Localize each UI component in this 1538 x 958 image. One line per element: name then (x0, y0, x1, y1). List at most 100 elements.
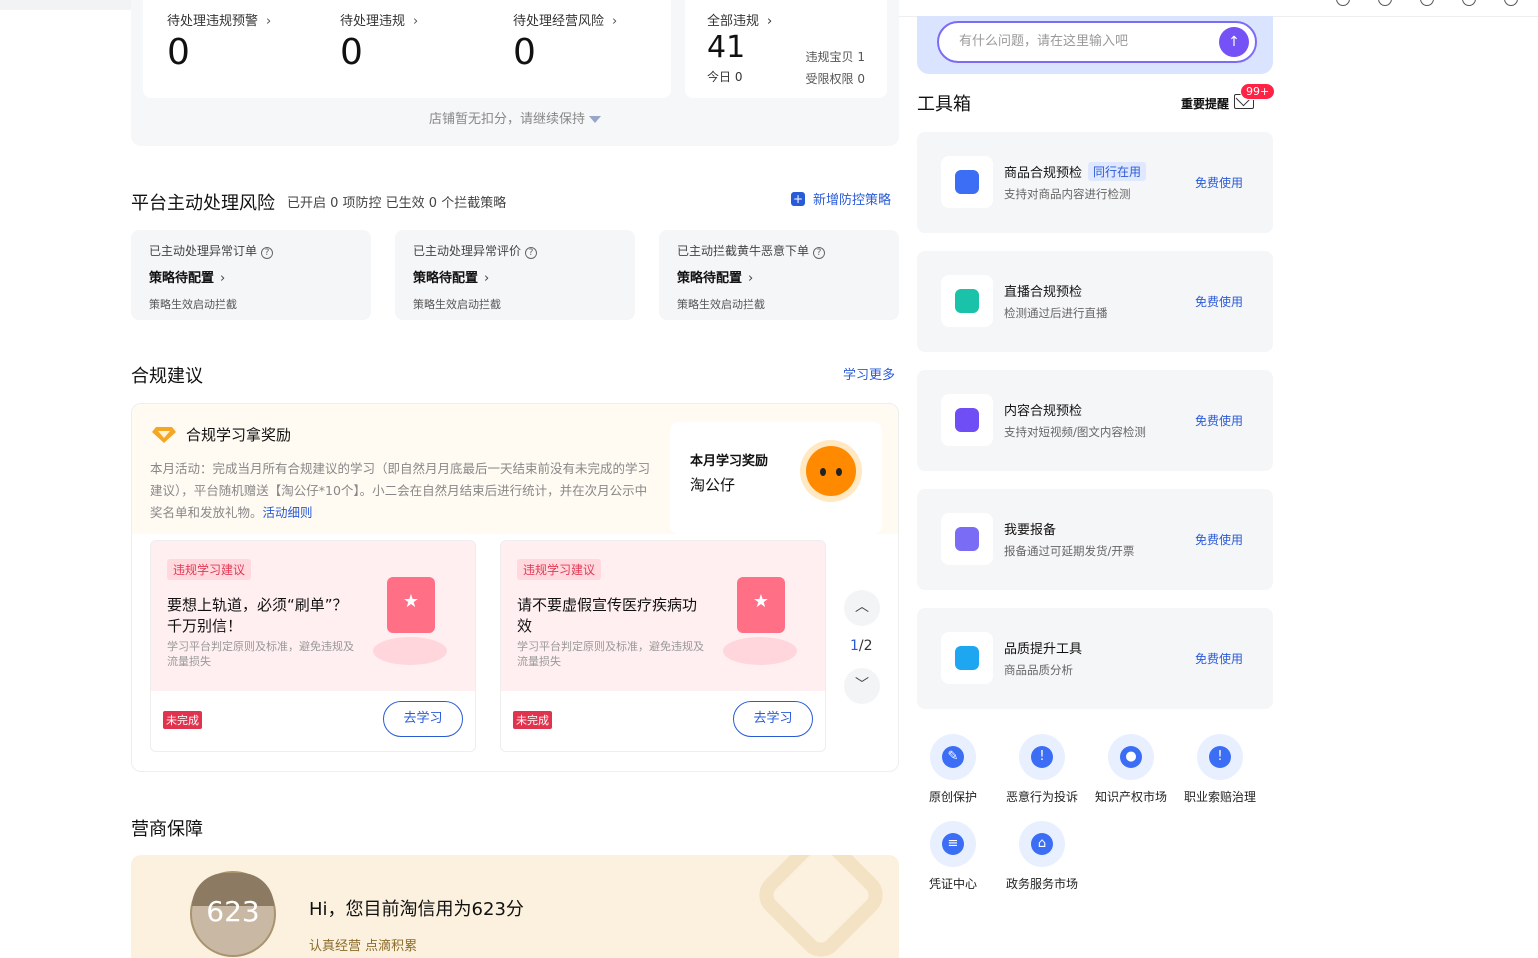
chevron-down-icon: ﹀ (855, 677, 869, 693)
stat-label: 待处理违规 (340, 14, 406, 29)
credit-slogan: 认真经营 点滴积累 (309, 939, 418, 954)
risk-card-status: 策略待配置 (149, 271, 215, 286)
tool-desc: 商品品质分析 (1004, 663, 1073, 677)
risk-section-title: 平台主动处理风险 (131, 193, 275, 214)
free-use-button[interactable]: 免费使用 (1195, 412, 1243, 429)
alert-icon: ! (1031, 746, 1053, 768)
risk-card-orders[interactable]: 已主动处理异常订单? 策略待配置 › 策略生效启动拦截 (131, 230, 371, 320)
reward-description-text: 本月活动：完成当月所有合规建议的学习（即自然月月底最后一天结束前没有未完成的学习… (150, 461, 651, 520)
deduction-text: 店铺暂无扣分，请继续保持 (428, 112, 585, 127)
risk-card-status: 策略待配置 (413, 271, 479, 286)
stat-value: 0 (340, 32, 363, 73)
tool-name: 直播合规预检 (1004, 285, 1083, 300)
risk-section-subtitle: 已开启 0 项防控 已生效 0 个拦截策略 (287, 196, 507, 211)
free-use-button[interactable]: 免费使用 (1195, 650, 1243, 667)
plus-icon: + (791, 191, 805, 206)
learn-more-link[interactable]: 学习更多 (843, 364, 895, 383)
free-use-button[interactable]: 免费使用 (1195, 174, 1243, 191)
diamond-icon (152, 426, 176, 443)
go-learn-button[interactable]: 去学习 (733, 701, 813, 737)
today-count: 今日 0 (707, 70, 743, 84)
chevron-right-icon: › (413, 14, 419, 29)
help-icon[interactable] (1336, 0, 1350, 6)
tool-card-content-check[interactable]: 内容合规预检支持对短视频/图文内容检测 免费使用 (917, 370, 1273, 471)
bank-icon: ⌂ (1031, 833, 1053, 855)
tool-card-product-check[interactable]: 商品合规预检 同行在用 支持对商品内容进行检测 免费使用 (917, 132, 1273, 233)
stat-value: 0 (167, 32, 190, 73)
question-icon[interactable]: ? (813, 247, 826, 259)
toolbox-title: 工具箱 (917, 94, 971, 115)
tool-desc: 检测通过后进行直播 (1004, 306, 1108, 320)
pager-down-button[interactable]: ﹀ (844, 668, 880, 704)
quick-link[interactable]: ! 恶意行为投诉 (997, 734, 1087, 805)
chevron-right-icon: › (748, 271, 754, 286)
compliance-section-title: 合规建议 (131, 366, 203, 387)
status-badge: 未完成 (513, 711, 552, 729)
quick-link-label: 知识产权市场 (1094, 790, 1167, 804)
cart-icon[interactable] (1462, 0, 1476, 6)
stat-label: 待处理违规预警 (167, 14, 259, 29)
tool-card-report[interactable]: 我要报备 报备通过可延期发货/开票 免费使用 (917, 489, 1273, 590)
decorative-shape (750, 855, 892, 958)
quick-link-label: 恶意行为投诉 (1005, 790, 1078, 804)
add-strategy-button[interactable]: + 新增防控策略 (791, 189, 891, 208)
suggestion-card[interactable]: 违规学习建议 请不要虚假宣传医疗疾病功效 学习平台判定原则及标准，避免违规及流量… (500, 540, 826, 752)
quick-link-label: 凭证中心 (928, 877, 977, 891)
chevron-right-icon: › (484, 271, 490, 286)
monthly-reward-item: 淘公仔 (690, 476, 736, 494)
quick-link-label: 政务服务市场 (1005, 877, 1078, 891)
credit-score: 623 (206, 895, 260, 928)
pending-stats-card: 待处理违规预警 › 0 待处理违规 › 0 待处理经营风险 › 0 (143, 0, 671, 98)
message-icon[interactable] (1378, 0, 1392, 6)
risk-card-note: 策略生效启动拦截 (413, 298, 501, 311)
top-toolbar (1336, 0, 1518, 6)
suggestion-desc: 学习平台判定原则及标准，避免违规及流量损失 (517, 640, 704, 668)
tool-name: 内容合规预检 (1004, 404, 1083, 419)
risk-card-title: 已主动处理异常评价 (413, 244, 522, 258)
suggestion-title: 请不要虚假宣传医疗疾病功效 (517, 596, 698, 635)
chevron-right-icon: › (767, 14, 773, 29)
pager-up-button[interactable]: ︿ (844, 590, 880, 626)
tool-desc: 支持对短视频/图文内容检测 (1004, 425, 1146, 439)
tool-icon (941, 394, 993, 446)
tool-desc: 报备通过可延期发货/开票 (1004, 544, 1135, 558)
reward-banner: 合规学习拿奖励 本月活动：完成当月所有合规建议的学习（即自然月月底最后一天结束前… (132, 404, 898, 534)
risk-card-title: 已主动处理异常订单 (149, 244, 258, 258)
go-learn-button[interactable]: 去学习 (383, 701, 463, 737)
ticket-icon: ≡ (942, 833, 964, 855)
user-icon[interactable] (1504, 0, 1518, 6)
question-icon[interactable]: ? (261, 247, 274, 259)
arrow-up-icon: ↑ (1228, 34, 1240, 50)
pager-current: 1 (850, 638, 859, 654)
question-icon[interactable]: ? (525, 247, 538, 259)
tool-card-live-check[interactable]: 直播合规预检检测通过后进行直播 免费使用 (917, 251, 1273, 352)
suggestion-card[interactable]: 违规学习建议 要想上轨道，必须“刷单”？千万别信！ 学习平台判定原则及标准，避免… (150, 540, 476, 752)
suggestion-title: 要想上轨道，必须“刷单”？千万别信！ (167, 596, 348, 635)
business-guarantee-title: 营商保障 (131, 819, 203, 840)
favorite-icon[interactable] (1420, 0, 1434, 6)
activity-rules-link[interactable]: 活动细则 (263, 505, 313, 520)
free-use-button[interactable]: 免费使用 (1195, 531, 1243, 548)
chevron-right-icon: › (612, 14, 618, 29)
important-notice-link[interactable]: 重要提醒 (1181, 95, 1229, 112)
bulb-icon: ● (1120, 746, 1142, 768)
risk-card-reviews[interactable]: 已主动处理异常评价? 策略待配置 › 策略生效启动拦截 (395, 230, 635, 320)
total-label: 全部违规 (707, 14, 760, 29)
quick-link[interactable]: ! 职业索赔治理 (1175, 734, 1265, 805)
tool-card-quality[interactable]: 品质提升工具 商品品质分析 免费使用 (917, 608, 1273, 709)
quick-link[interactable]: ⌂ 政务服务市场 (997, 821, 1087, 892)
quick-link-label: 职业索赔治理 (1183, 790, 1256, 804)
free-use-button[interactable]: 免费使用 (1195, 293, 1243, 310)
quick-link[interactable]: ✎ 原创保护 (908, 734, 998, 805)
ask-input[interactable]: 有什么问题，请在这里输入吧 ↑ (937, 21, 1257, 63)
quick-link[interactable]: ● 知识产权市场 (1086, 734, 1176, 805)
send-button[interactable]: ↑ (1219, 27, 1249, 57)
total-value: 41 (707, 30, 746, 65)
total-violation-card[interactable]: 全部违规 › 41 今日 0 违规宝贝 1 受限权限 0 (685, 0, 887, 98)
risk-card-scalpers[interactable]: 已主动拦截黄牛恶意下单? 策略待配置 › 策略生效启动拦截 (659, 230, 899, 320)
quick-link[interactable]: ≡ 凭证中心 (908, 821, 998, 892)
quick-link-label: 原创保护 (928, 790, 977, 804)
ask-panel: 有什么问题，请在这里输入吧 ↑ (917, 16, 1273, 74)
deduction-status[interactable]: 店铺暂无扣分，请继续保持 (131, 108, 899, 127)
book-icon: ★ (737, 577, 785, 633)
